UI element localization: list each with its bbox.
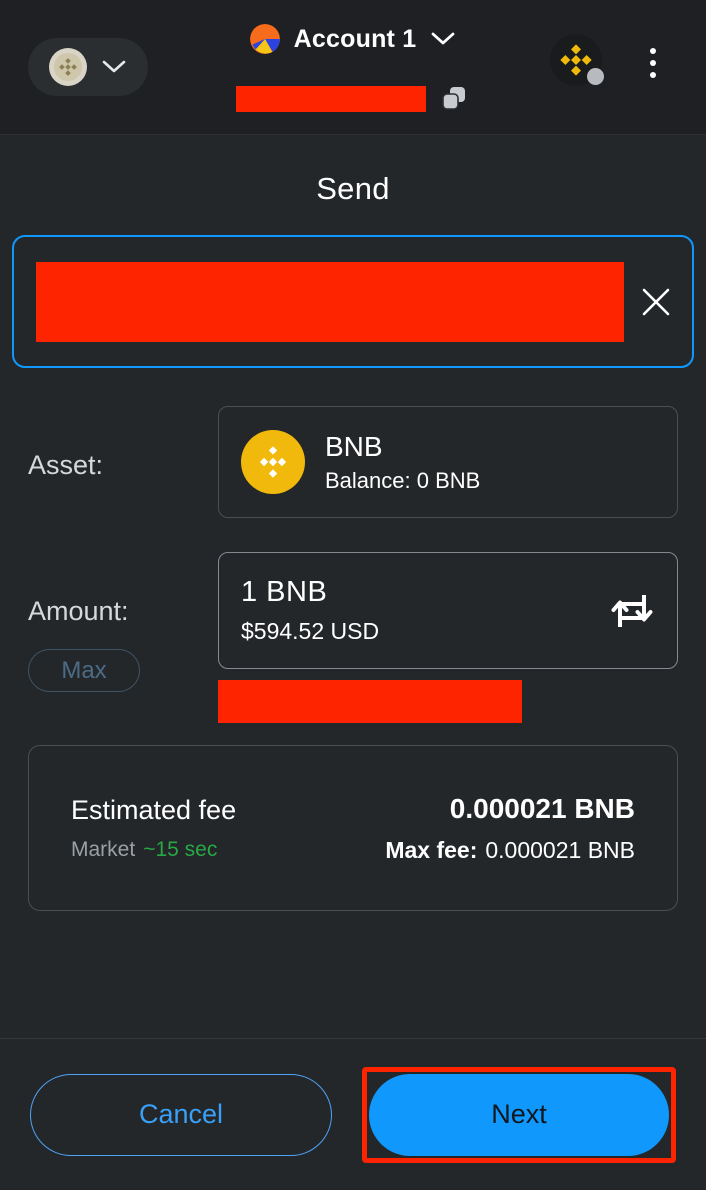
- fee-right: 0.000021 BNB Max fee: 0.000021 BNB: [385, 793, 635, 864]
- max-fee-label: Max fee:: [385, 836, 478, 863]
- amount-input[interactable]: 1 BNB $594.52 USD: [218, 552, 678, 669]
- estimated-fee-card[interactable]: Estimated fee Market ~15 sec 0.000021 BNB…: [28, 745, 678, 911]
- fee-speed-row: Market ~15 sec: [71, 838, 236, 862]
- account-identicon: [249, 24, 280, 54]
- fee-market-label: Market: [71, 837, 136, 861]
- asset-selector[interactable]: BNB Balance: 0 BNB: [218, 406, 678, 518]
- network-status-badge[interactable]: [550, 34, 604, 86]
- chevron-down-icon[interactable]: [430, 31, 456, 47]
- copy-icon[interactable]: [440, 84, 470, 114]
- next-button-highlight: Next: [362, 1066, 676, 1163]
- amount-value: 1 BNB: [241, 576, 328, 608]
- max-amount-button[interactable]: Max: [28, 649, 140, 692]
- recipient-address-redacted: [36, 261, 624, 342]
- kebab-menu-icon[interactable]: [638, 46, 668, 80]
- amount-left-column: Amount: Max: [28, 552, 218, 692]
- swap-currency-icon: [611, 594, 653, 627]
- kebab-dot: [650, 48, 656, 54]
- amount-fiat-value: $594.52 USD: [241, 618, 380, 644]
- swap-currency-button[interactable]: [609, 591, 655, 631]
- amount-values: 1 BNB $594.52 USD: [241, 576, 379, 645]
- close-icon: [642, 288, 670, 315]
- bnb-coin-glyph: [259, 446, 287, 478]
- max-fee-value: 0.000021 BNB: [485, 836, 635, 863]
- account-name: Account 1: [293, 24, 417, 53]
- identicon-glyph: [249, 24, 280, 54]
- chevron-down-icon: [102, 60, 126, 73]
- fee-left: Estimated fee Market ~15 sec: [71, 795, 236, 862]
- amount-row: Amount: Max 1 BNB $594.52 USD: [0, 552, 706, 723]
- app-header: Account 1: [0, 0, 706, 135]
- asset-label: Asset:: [28, 450, 104, 480]
- send-screen: Account 1 Send Asset: BNB Balance: 0 BNB…: [0, 0, 706, 1190]
- recipient-address-input[interactable]: [12, 235, 694, 368]
- clear-address-button[interactable]: [634, 280, 678, 324]
- account-address-row[interactable]: [0, 84, 706, 114]
- next-button[interactable]: Next: [369, 1073, 669, 1156]
- asset-info: BNB Balance: 0 BNB: [325, 431, 480, 494]
- bnb-coin-icon: [241, 430, 305, 494]
- amount-warning-redacted: [218, 680, 522, 723]
- estimated-fee-label: Estimated fee: [71, 794, 237, 825]
- send-form: Send Asset: BNB Balance: 0 BNB Amount: M…: [0, 135, 706, 1038]
- kebab-dot: [650, 72, 656, 78]
- asset-balance: Balance: 0 BNB: [325, 467, 481, 493]
- asset-row: Asset: BNB Balance: 0 BNB: [0, 406, 706, 518]
- fee-amount: 0.000021 BNB: [449, 792, 635, 824]
- bnb-network-glyph: [53, 52, 83, 82]
- max-fee-row: Max fee: 0.000021 BNB: [385, 837, 635, 864]
- kebab-dot: [650, 60, 656, 66]
- amount-label: Amount:: [28, 596, 129, 626]
- action-bar: Cancel Next: [0, 1038, 706, 1190]
- connection-status-dot: [587, 68, 604, 85]
- amount-right-column: 1 BNB $594.52 USD: [218, 552, 678, 723]
- fee-speed-value: ~15 sec: [143, 837, 218, 861]
- asset-symbol: BNB: [325, 430, 383, 462]
- account-address-redacted: [236, 86, 426, 112]
- page-title: Send: [316, 171, 390, 206]
- cancel-button[interactable]: Cancel: [30, 1073, 332, 1156]
